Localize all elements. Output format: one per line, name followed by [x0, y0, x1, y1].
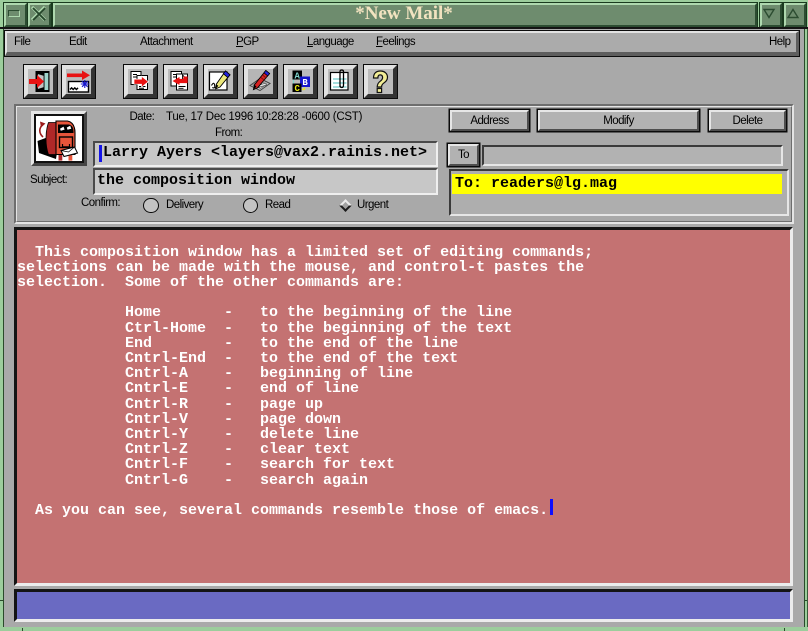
svg-text:B: B [302, 78, 308, 88]
svg-text:A: A [294, 71, 300, 81]
svg-text:C: C [294, 84, 300, 94]
